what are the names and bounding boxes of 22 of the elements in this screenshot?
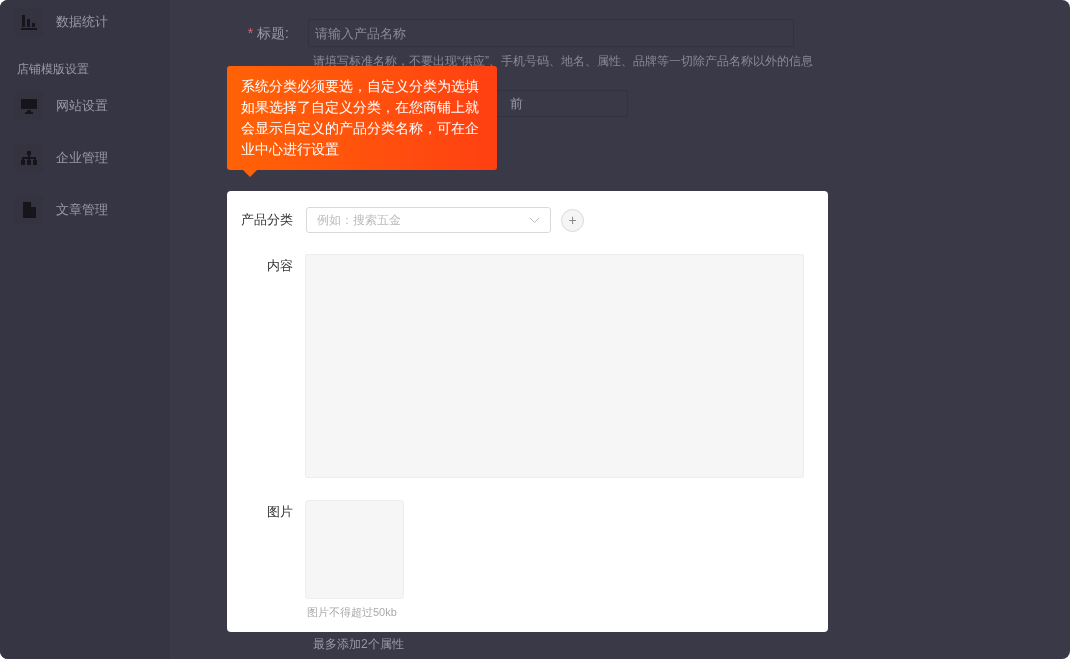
sidebar-item[interactable]: 网站设置 <box>0 84 170 128</box>
org-chart-icon <box>21 151 37 165</box>
sidebar-item[interactable]: 企业管理 <box>0 136 170 180</box>
chevron-down-icon <box>529 216 540 224</box>
field-value: 前 <box>510 94 523 113</box>
tooltip-arrow <box>243 170 257 177</box>
hint-text: 图片不得超过50kb <box>307 605 398 620</box>
field-label: 标题: <box>257 23 289 43</box>
sidebar-section-title: 店铺模版设置 <box>16 61 90 78</box>
field-label: 内容 <box>266 257 293 275</box>
title-input[interactable]: 请输入产品名称 <box>308 19 794 47</box>
sidebar-item[interactable]: 文章管理 <box>0 188 170 232</box>
document-icon <box>22 202 36 218</box>
monitor-icon <box>21 98 37 114</box>
field-label: 产品分类 <box>240 211 293 230</box>
tooltip: 系统分类必须要选，自定义分类为选填如果选择了自定义分类，在您商铺上就会显示自定义的产品分类名称，可在企业中心进行设置 <box>227 66 497 170</box>
note-text: 最多添加2个属性 <box>313 636 405 653</box>
required-mark: * <box>247 23 254 43</box>
sidebar-item[interactable]: 数据统计 <box>0 0 170 44</box>
field-label: 图片 <box>266 503 293 521</box>
bar-chart-icon <box>21 14 37 30</box>
add-button[interactable]: + <box>561 208 584 232</box>
